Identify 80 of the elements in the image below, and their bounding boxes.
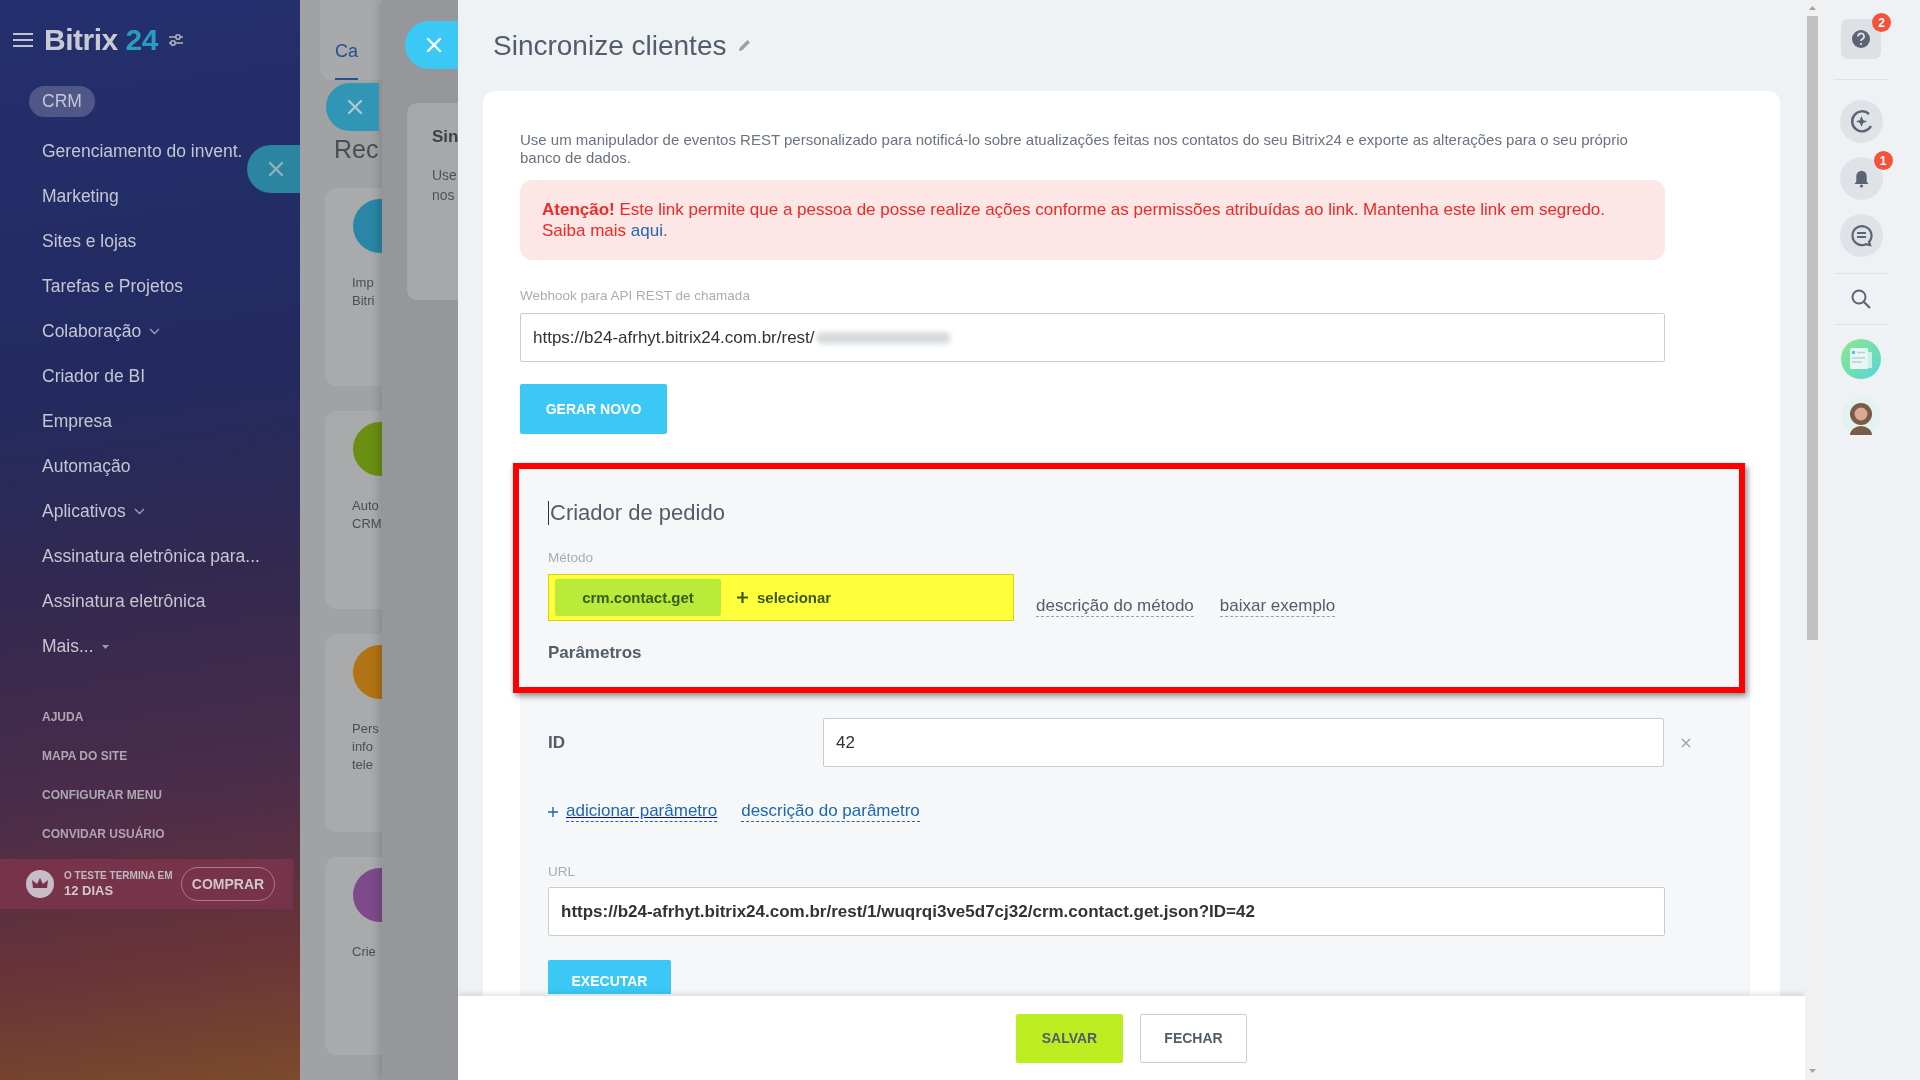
notification-badge: 1	[1873, 151, 1893, 170]
menu-item[interactable]: Assinatura eletrônica	[42, 579, 206, 624]
warning-text: Atenção! Este link permite que a pessoa de posse realize ações conforme as permissões atribuídas ao link. Mantenha este link em segredo.	[542, 199, 1607, 220]
chat-icon[interactable]	[1839, 214, 1883, 257]
builder-title: Criador de pedido	[550, 500, 725, 526]
param-name: ID	[548, 732, 566, 753]
notification-badge: 2	[1872, 13, 1891, 32]
close-tab-button[interactable]	[405, 21, 458, 69]
url-field[interactable]: https://b24-afrhyt.bitrix24.com.br/rest/1/wuqrqi3ve5d7cj32/crm.contact.get.json?ID=42	[548, 887, 1665, 936]
method-field[interactable]: crm.contact.get selecionar	[548, 574, 1014, 621]
card-text: Imp	[352, 274, 375, 292]
menu-item[interactable]: CRM	[29, 86, 95, 117]
method-tag[interactable]: crm.contact.get	[555, 579, 721, 616]
card-text: Use	[432, 166, 457, 185]
menu-item[interactable]: Sites e lojas	[42, 219, 137, 264]
chevron-down-icon	[149, 328, 161, 335]
app-card[interactable]: Pers info tele	[325, 634, 382, 832]
bitrix-logo: Bitrix 24	[44, 23, 158, 57]
card-text: nos	[432, 186, 455, 205]
description-text: Use um manipulador de eventos REST personalizado para notificá-lo sobre atualizações feitas nos contatos do seu Bitrix24 e exporte as alterações para o seu próprio banco de dados.	[520, 131, 1629, 167]
save-button[interactable]: SALVAR	[1016, 1013, 1123, 1063]
plus-icon	[548, 806, 558, 817]
method-link[interactable]: baixar exemplo	[1219, 596, 1336, 617]
menu-item[interactable]: Tarefas e Projetos	[42, 264, 184, 309]
card-text: Bitri	[352, 292, 376, 310]
field-label: Método	[548, 550, 594, 566]
close-icon	[266, 160, 285, 178]
app-card[interactable]: Auto CRM	[325, 411, 382, 609]
card-text: Auto	[352, 497, 380, 515]
search-icon[interactable]	[1850, 288, 1872, 310]
menu-icon[interactable]	[12, 32, 34, 48]
add-param-link[interactable]: adicionar parâmetro	[548, 801, 718, 822]
close-tab-button[interactable]	[247, 145, 300, 193]
menu-item[interactable]: Mais...	[42, 624, 109, 669]
chevron-down-icon	[133, 508, 145, 515]
params-title: Parâmetros	[548, 643, 642, 663]
menu-item[interactable]: Marketing	[42, 174, 119, 219]
card-text: Crie	[352, 943, 377, 961]
card-title: Sin	[432, 127, 458, 147]
card-text: Pers	[352, 720, 380, 738]
settings-icon[interactable]	[167, 33, 184, 47]
caret-down-icon	[101, 644, 109, 649]
select-button[interactable]: selecionar	[737, 589, 832, 606]
tab[interactable]: Ca	[335, 41, 358, 80]
assistant-icon[interactable]	[1839, 100, 1883, 143]
footer-link[interactable]: MAPA DO SITE	[0, 736, 128, 775]
crown-icon	[26, 870, 54, 898]
trial-label: O TESTE TERMINA EM	[64, 870, 173, 881]
card-text: CRM	[352, 515, 382, 533]
slider-title: Sincronize clientes	[493, 29, 727, 62]
menu-item[interactable]: Criador de BI	[42, 354, 146, 399]
close-button[interactable]: FECHAR	[1140, 1013, 1247, 1063]
card-text: tele	[352, 756, 374, 774]
menu-item[interactable]: Colaboração	[42, 309, 161, 354]
close-icon	[345, 98, 364, 116]
footer-link[interactable]: CONVIDAR USUÁRIO	[0, 814, 165, 853]
plus-icon	[737, 592, 748, 603]
menu-item[interactable]: Aplicativos	[42, 489, 145, 534]
param-value-field[interactable]: 42	[823, 718, 1664, 767]
menu-item[interactable]: Automação	[42, 444, 131, 489]
field-label: Webhook para API REST de chamada	[520, 288, 750, 304]
avatar-icon[interactable]	[1842, 397, 1880, 435]
close-icon	[424, 36, 443, 54]
menu-item[interactable]: Assinatura eletrônica para...	[42, 534, 260, 579]
page-heading: Rec	[334, 134, 379, 164]
learn-more-text: Saiba mais aqui.	[542, 220, 669, 241]
menu-item[interactable]: Empresa	[42, 399, 113, 444]
param-help-link[interactable]: descrição do parâmetro	[741, 801, 920, 822]
menu-item[interactable]: Gerenciamento do invent.	[42, 129, 243, 174]
card-text: info	[352, 738, 374, 756]
field-label: URL	[548, 864, 575, 880]
app-card[interactable]: Imp Bitri	[325, 188, 382, 386]
trial-days: 12 DIAS	[64, 883, 173, 898]
method-link[interactable]: descrição do método	[1036, 596, 1194, 617]
footer-link[interactable]: CONFIGURAR MENU	[0, 775, 162, 814]
app-card[interactable]: Crie	[325, 857, 382, 1055]
text-cursor	[548, 501, 549, 525]
footer-link[interactable]: AJUDA	[0, 697, 84, 736]
webhook-field[interactable]: https://b24-afrhyt.bitrix24.com.br/rest/	[520, 313, 1665, 362]
learn-more-link[interactable]: aqui	[630, 221, 663, 240]
